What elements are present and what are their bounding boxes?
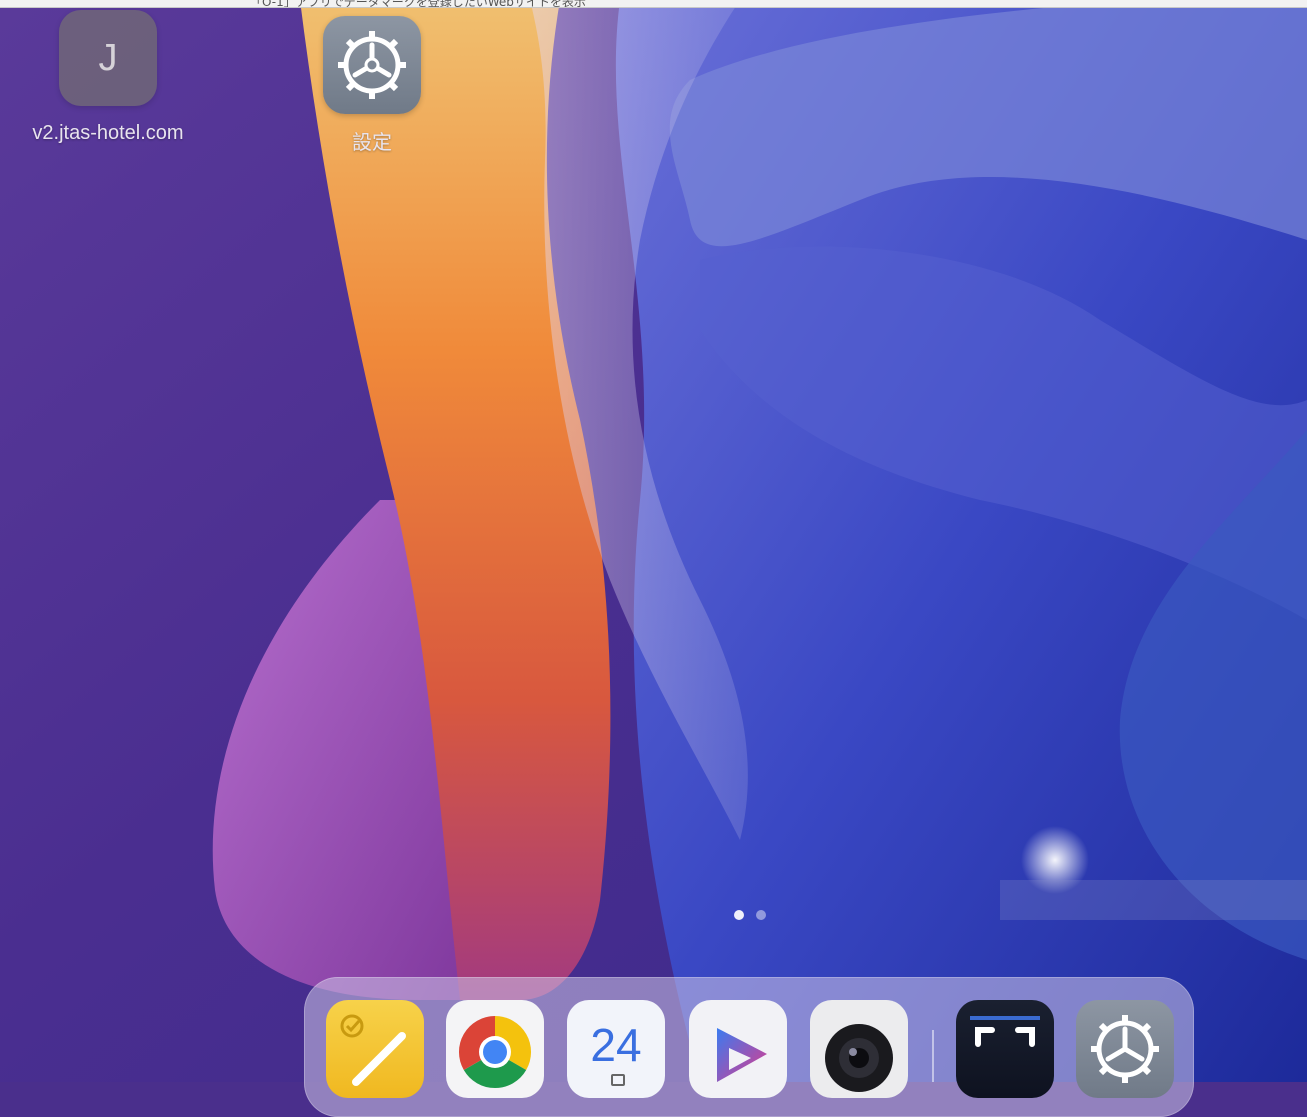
page-indicator[interactable]	[734, 910, 766, 920]
dock-app-notes[interactable]	[326, 1000, 424, 1098]
app-label-settings: 設定	[352, 132, 392, 154]
app-label-jtas: v2.jtas-hotel.com	[32, 122, 184, 144]
screenshot-frame-icon	[970, 1016, 1040, 1047]
gear-icon	[1091, 1015, 1159, 1083]
gear-icon	[323, 16, 421, 114]
calendar-icon	[611, 1074, 625, 1086]
top-window-bar: 「O-1」アプリでデータマークを登録したいWebサイトを表示	[0, 0, 1307, 8]
dock-app-screenshot[interactable]	[956, 1000, 1054, 1098]
web-shortcut-letter: J	[98, 36, 118, 79]
wallpaper	[0, 0, 1307, 1082]
chrome-icon	[458, 1016, 532, 1089]
dock-app-chrome[interactable]	[446, 1000, 544, 1098]
app-shortcut-jtas[interactable]: J v2.jtas-hotel.com	[18, 10, 198, 145]
dock-divider	[932, 1030, 934, 1082]
camera-icon	[825, 1024, 893, 1092]
top-bar-text: 「O-1」アプリでデータマークを登録したいWebサイトを表示	[250, 0, 586, 8]
web-shortcut-icon: J	[59, 10, 157, 106]
dock-app-settings[interactable]	[1076, 1000, 1174, 1098]
notes-pencil-icon	[340, 1014, 406, 1086]
dock-app-camera[interactable]	[810, 1000, 908, 1098]
app-settings[interactable]: 設定	[322, 16, 422, 155]
dock-app-video[interactable]	[689, 1000, 787, 1098]
dock-app-calendar[interactable]: 24	[567, 1000, 665, 1098]
page-dot-2[interactable]	[756, 910, 766, 920]
video-play-icon	[717, 1028, 767, 1082]
calendar-day: 24	[590, 1019, 642, 1071]
page-dot-1[interactable]	[734, 910, 744, 920]
